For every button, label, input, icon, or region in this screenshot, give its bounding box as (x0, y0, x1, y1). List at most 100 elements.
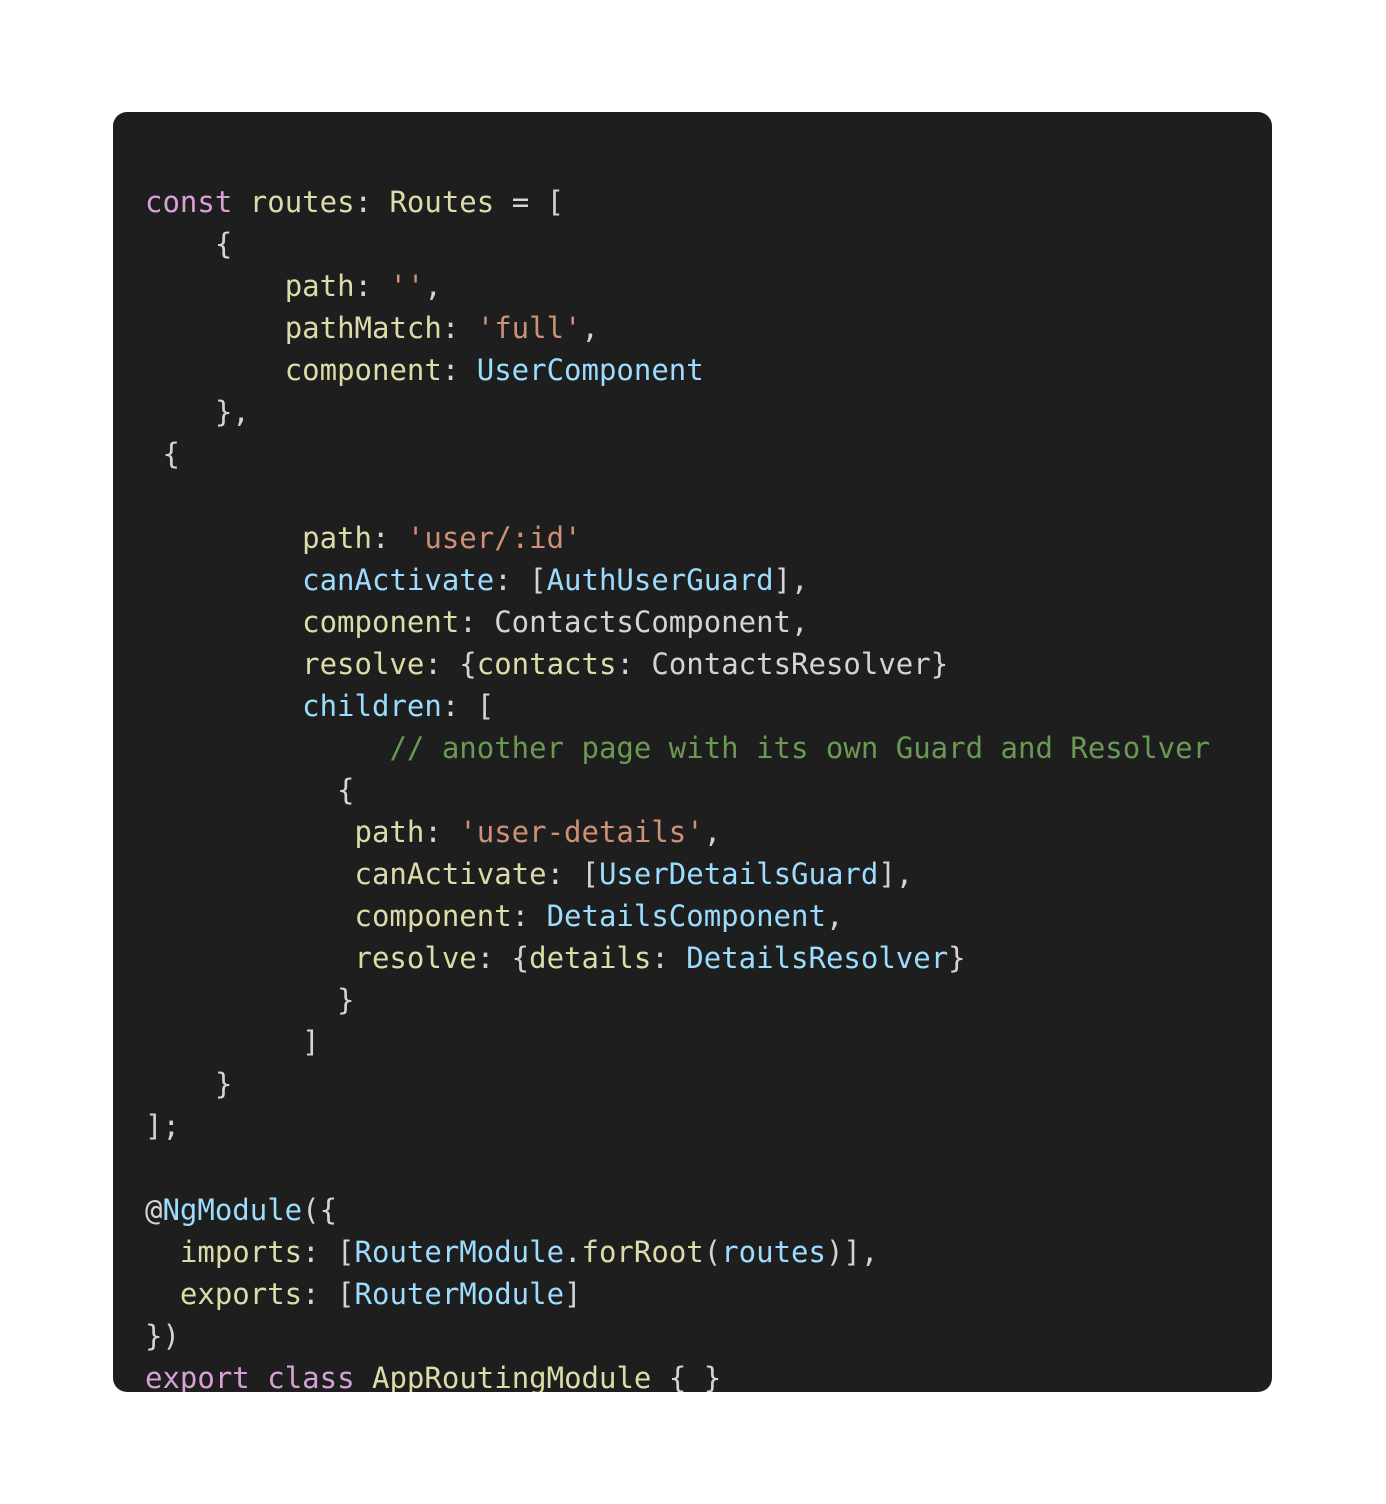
code-token: : (511, 899, 547, 933)
code-token: UserComponent (476, 353, 704, 387)
code-line: canActivate: [UserDetailsGuard], (145, 853, 1272, 895)
code-line: pathMatch: 'full', (145, 307, 1272, 349)
code-line: { (145, 223, 1272, 265)
code-token: ], (773, 563, 809, 597)
code-line: }) (145, 1315, 1272, 1357)
code-token: DetailsResolver (686, 941, 949, 975)
code-line: { (145, 769, 1272, 811)
code-line: component: ContactsComponent, (145, 601, 1272, 643)
code-token: : (354, 269, 390, 303)
code-token: @ (145, 1193, 163, 1227)
code-line: exports: [RouterModule] (145, 1273, 1272, 1315)
code-token: ( (703, 1235, 722, 1269)
code-token: , (825, 899, 844, 933)
code-token: . (564, 1235, 582, 1269)
code-token: }) (145, 1319, 180, 1353)
code-token: { } (651, 1361, 722, 1392)
code-token: , (424, 269, 442, 303)
code-line: resolve: {contacts: ContactsResolver} (145, 643, 1272, 685)
code-token: : [ (546, 857, 599, 891)
code-token: ({ (302, 1193, 338, 1227)
code-token: export (145, 1361, 250, 1392)
code-token: details (529, 941, 652, 975)
code-token: : [ (302, 1235, 355, 1269)
code-token: contacts (476, 647, 617, 681)
code-token: : [ (441, 689, 495, 723)
code-token: : (459, 605, 495, 639)
code-token: path (302, 521, 372, 555)
code-token: 'full' (476, 311, 582, 345)
code-snippet-card: const routes: Routes = [ { path: '', pat… (113, 112, 1272, 1392)
code-token: , (791, 605, 809, 639)
code-token: exports (179, 1277, 303, 1311)
code-token: , (703, 815, 722, 849)
code-token: '' (389, 269, 425, 303)
code-line: imports: [RouterModule.forRoot(routes)], (145, 1231, 1272, 1273)
code-token: pathMatch (284, 311, 442, 345)
code-token: Routes (389, 185, 495, 219)
code-line: // another page with its own Guard and R… (145, 727, 1272, 769)
code-token: canActivate (302, 563, 495, 597)
code-token: resolve (354, 941, 477, 975)
code-token: routes (721, 1235, 826, 1269)
code-token: RouterModule (354, 1235, 565, 1269)
code-token: AppRoutingModule (372, 1361, 652, 1392)
code-token: = [ (494, 185, 565, 219)
code-token: }, (145, 395, 250, 429)
code-token: : [ (302, 1277, 355, 1311)
code-line: path: '', (145, 265, 1272, 307)
code-token: component (302, 605, 460, 639)
code-token: } (948, 941, 966, 975)
code-token: : (616, 647, 652, 681)
code-token: path (354, 815, 425, 849)
code-token: ] (145, 1025, 320, 1059)
code-token: ]; (145, 1109, 180, 1143)
code-line: component: DetailsComponent, (145, 895, 1272, 937)
code-token: // another page with its own Guard and R… (389, 731, 1211, 765)
code-token: ContactsComponent (494, 605, 792, 639)
code-line: ] (145, 1021, 1272, 1063)
code-block[interactable]: const routes: Routes = [ { path: '', pat… (145, 181, 1272, 1392)
code-token: AuthUserGuard (546, 563, 774, 597)
code-line: component: UserComponent (145, 349, 1272, 391)
code-token: component (354, 899, 512, 933)
code-token: { (145, 227, 233, 261)
code-token: imports (179, 1235, 303, 1269)
code-token: , (581, 311, 599, 345)
code-token: canActivate (354, 857, 547, 891)
code-token: } (145, 983, 355, 1017)
code-token: ] (564, 1277, 582, 1311)
code-token: } (145, 1067, 233, 1101)
code-token: { (145, 437, 180, 471)
code-line: { (145, 433, 1272, 475)
code-token: UserDetailsGuard (598, 857, 879, 891)
code-token: 'user-details' (459, 815, 704, 849)
code-line: const routes: Routes = [ (145, 181, 1272, 223)
code-line: path: 'user/:id' (145, 517, 1272, 559)
code-line: path: 'user-details', (145, 811, 1272, 853)
code-token: : (441, 311, 477, 345)
code-token: : [ (494, 563, 547, 597)
code-token: ], (878, 857, 914, 891)
code-token: resolve (302, 647, 425, 681)
code-token: DetailsComponent (546, 899, 826, 933)
code-token: const (145, 185, 233, 219)
code-line: children: [ (145, 685, 1272, 727)
code-line: canActivate: [AuthUserGuard], (145, 559, 1272, 601)
code-token: RouterModule (354, 1277, 565, 1311)
